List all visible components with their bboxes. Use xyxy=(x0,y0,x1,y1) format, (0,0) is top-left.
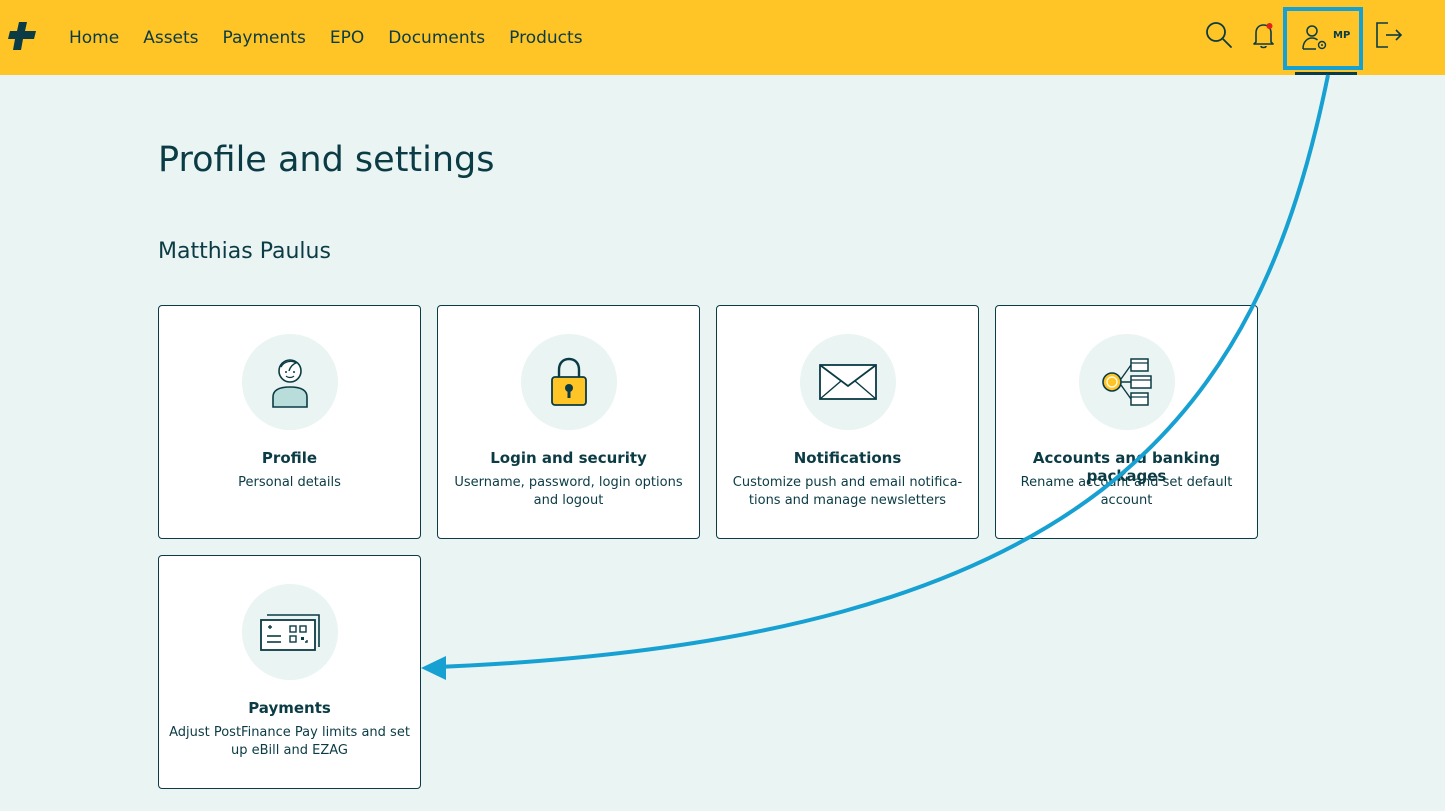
notifications-button[interactable] xyxy=(1250,20,1278,50)
card-profile[interactable]: Profile Personal details xyxy=(158,305,421,539)
nav-item-epo[interactable]: EPO xyxy=(330,28,364,48)
card-icon-circle xyxy=(242,334,338,430)
logout-button[interactable] xyxy=(1374,20,1404,50)
card-description: Personal details xyxy=(238,475,341,490)
user-initials: MP xyxy=(1333,30,1351,41)
nav-item-payments[interactable]: Payments xyxy=(223,28,306,48)
card-icon-circle xyxy=(1079,334,1175,430)
user-settings-icon xyxy=(1302,25,1327,50)
card-payments[interactable]: Payments Adjust PostFinance Pay limits a… xyxy=(158,555,421,789)
user-settings-button[interactable]: MP xyxy=(1283,7,1363,70)
page-title: Profile and settings xyxy=(158,140,495,180)
person-icon xyxy=(272,359,308,408)
card-notifications[interactable]: Notifications Customize push and email n… xyxy=(716,305,979,539)
accounts-icon xyxy=(1102,358,1152,406)
bell-icon xyxy=(1253,23,1274,49)
padlock-icon xyxy=(551,357,587,406)
postfinance-logo-icon[interactable] xyxy=(6,20,38,52)
payment-slip-icon xyxy=(260,614,320,651)
card-description: Customize push and email notifica-tions … xyxy=(732,475,963,508)
card-title: Notifications xyxy=(793,449,902,467)
card-login-security[interactable]: Login and security Username, password, l… xyxy=(437,305,700,539)
user-name: Matthias Paulus xyxy=(158,239,331,264)
top-bar: Home Assets Payments EPO Documents Produ… xyxy=(0,0,1445,75)
card-accounts-banking[interactable]: Accounts and banking packages Rename acc… xyxy=(995,305,1258,539)
nav-item-documents[interactable]: Documents xyxy=(388,28,485,48)
card-description: Rename account and set default account xyxy=(1020,475,1233,508)
main-nav: Home Assets Payments EPO Documents Produ… xyxy=(69,0,583,75)
search-icon xyxy=(1206,22,1232,48)
card-title: Login and security xyxy=(490,449,647,467)
card-description: Username, password, login options and lo… xyxy=(454,475,683,508)
card-title: Profile xyxy=(261,449,318,467)
search-button[interactable] xyxy=(1204,20,1234,50)
card-title: Payments xyxy=(248,699,331,717)
nav-item-assets[interactable]: Assets xyxy=(143,28,198,48)
card-icon-circle xyxy=(521,334,617,430)
card-icon-circle xyxy=(800,334,896,430)
card-description: Adjust PostFinance Pay limits and set up… xyxy=(169,725,410,758)
annotation-arrow-head xyxy=(421,656,446,680)
envelope-icon xyxy=(819,364,877,400)
logout-icon xyxy=(1376,22,1403,48)
card-icon-circle xyxy=(242,584,338,680)
nav-item-products[interactable]: Products xyxy=(509,28,582,48)
active-indicator xyxy=(1295,72,1357,75)
nav-item-home[interactable]: Home xyxy=(69,28,119,48)
